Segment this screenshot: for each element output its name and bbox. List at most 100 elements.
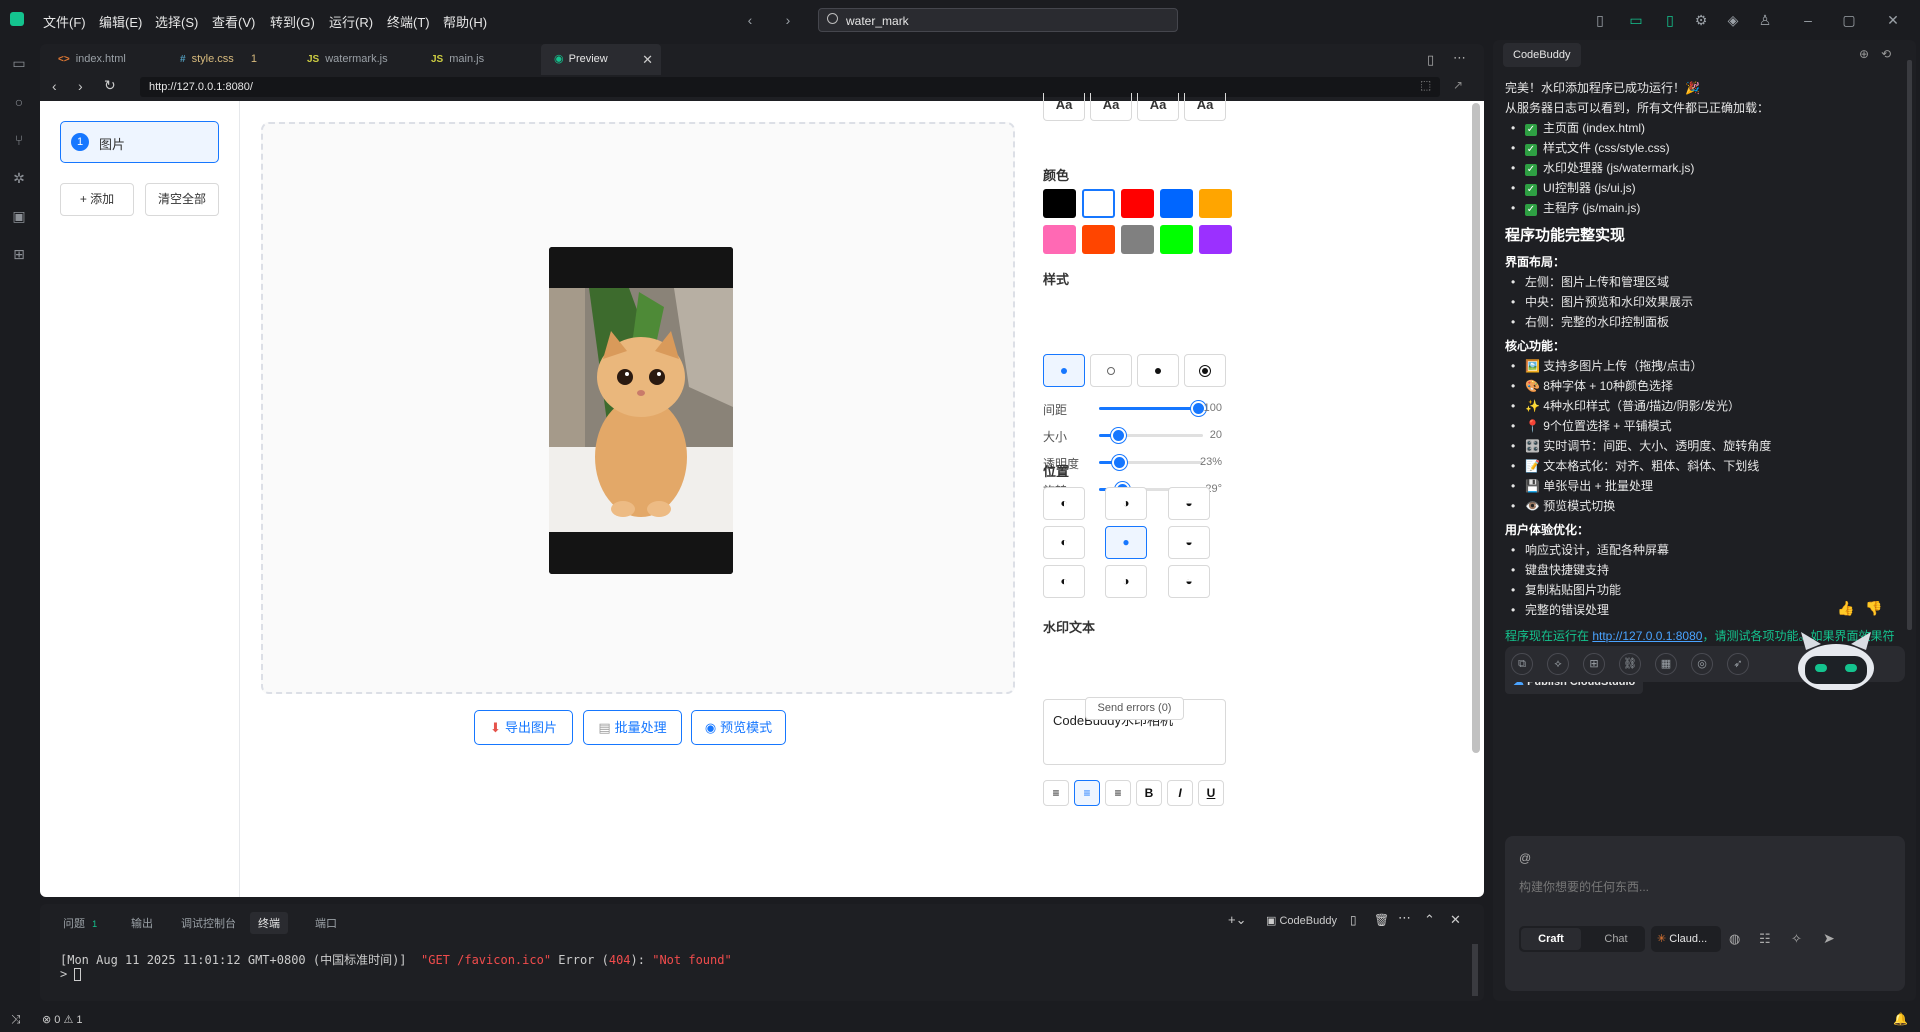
toggle-panel-icon[interactable]: ▭: [1627, 11, 1645, 29]
chat-scrollbar[interactable]: [1907, 60, 1912, 630]
tool-7-icon[interactable]: ➶: [1727, 653, 1749, 675]
tab-output[interactable]: 输出: [131, 915, 153, 931]
preview-mode-button[interactable]: ◉ 预览模式: [691, 710, 786, 745]
command-search-input[interactable]: water_mark: [818, 8, 1178, 32]
problems-status[interactable]: ⊗ 0 ⚠ 1: [42, 1013, 83, 1026]
open-external-icon[interactable]: ↗: [1453, 78, 1463, 92]
chat-mode-button[interactable]: Chat: [1591, 928, 1641, 950]
terminal-scrollbar[interactable]: [1472, 944, 1478, 996]
toggle-secondary-sidebar-icon[interactable]: ▯: [1661, 11, 1679, 29]
position-top-left[interactable]: ◐: [1043, 487, 1085, 520]
account-icon[interactable]: ♙: [1756, 11, 1774, 29]
url-input[interactable]: http://127.0.0.1:8080/: [140, 77, 1440, 97]
style-outline-button[interactable]: [1090, 354, 1132, 387]
color-swatch[interactable]: [1160, 225, 1193, 254]
split-terminal-icon[interactable]: ▯: [1350, 913, 1357, 927]
style-glow-button[interactable]: [1184, 354, 1226, 387]
trash-icon[interactable]: 🗑: [1374, 913, 1389, 927]
extensions-icon[interactable]: ⊞: [9, 244, 29, 264]
forward-arrow-icon[interactable]: ›: [779, 11, 797, 29]
close-tab-icon[interactable]: ✕: [642, 44, 653, 75]
remote-explorer-icon[interactable]: ▣: [9, 206, 29, 226]
more-actions-icon[interactable]: ⋯: [1398, 910, 1411, 926]
browser-back-icon[interactable]: ‹: [52, 78, 57, 94]
style-shadow-button[interactable]: [1137, 354, 1179, 387]
position-top-right[interactable]: ◒: [1168, 487, 1210, 520]
menu-file[interactable]: 文件(F): [43, 12, 86, 31]
image-list-item[interactable]: 1 图片: [60, 121, 219, 163]
close-window-icon[interactable]: ✕: [1884, 11, 1902, 29]
tab-preview[interactable]: ◉ Preview ✕: [541, 44, 661, 75]
search-activity-icon[interactable]: ○: [9, 92, 29, 112]
slider-track[interactable]: [1099, 401, 1206, 416]
more-actions-icon[interactable]: ⋯: [1453, 50, 1466, 66]
tab-debug-console[interactable]: 调试控制台: [181, 915, 236, 931]
position-bottom-left[interactable]: ◐: [1043, 565, 1085, 598]
menu-terminal[interactable]: 终端(T): [387, 12, 430, 31]
align-left-button[interactable]: ≡: [1043, 780, 1069, 806]
color-swatch[interactable]: [1160, 189, 1193, 218]
toggle-sidebar-icon[interactable]: ▯: [1591, 11, 1609, 29]
tab-index-html[interactable]: <> index.html: [58, 44, 168, 75]
position-bottom-right[interactable]: ◒: [1168, 565, 1210, 598]
chat-tab-title[interactable]: CodeBuddy: [1503, 43, 1581, 67]
font-option-1[interactable]: Aa: [1043, 93, 1085, 121]
menu-go[interactable]: 转到(G): [270, 12, 315, 31]
position-center[interactable]: ●: [1105, 526, 1147, 559]
page-scrollbar[interactable]: [1472, 103, 1480, 753]
color-swatch[interactable]: [1121, 225, 1154, 254]
slider-thumb[interactable]: [1111, 455, 1127, 470]
thumbs-up-icon[interactable]: 👍: [1837, 600, 1854, 617]
shield-icon[interactable]: ◈: [1724, 11, 1742, 29]
terminal-prompt[interactable]: >: [60, 967, 82, 981]
maximize-icon[interactable]: ▢: [1840, 11, 1858, 29]
new-chat-icon[interactable]: ⊕: [1859, 47, 1869, 61]
reload-icon[interactable]: ↻: [104, 77, 116, 94]
tool-1-icon[interactable]: ⧉: [1511, 653, 1533, 675]
minimize-icon[interactable]: –: [1799, 11, 1817, 29]
menu-selection[interactable]: 选择(S): [155, 12, 198, 31]
align-right-button[interactable]: ≡: [1105, 780, 1131, 806]
style-normal-button[interactable]: [1043, 354, 1085, 387]
color-swatch[interactable]: [1043, 189, 1076, 218]
color-swatch[interactable]: [1199, 189, 1232, 218]
position-middle-left[interactable]: ◐: [1043, 526, 1085, 559]
color-swatch[interactable]: [1199, 225, 1232, 254]
palette-icon[interactable]: ◍: [1729, 931, 1740, 947]
inspect-icon[interactable]: ⬚: [1420, 78, 1431, 92]
tab-terminal[interactable]: 终端: [250, 912, 288, 934]
split-editor-icon[interactable]: ▯: [1427, 52, 1434, 68]
terminal-instance[interactable]: ▣ CodeBuddy: [1266, 914, 1337, 927]
tool-2-icon[interactable]: ⟡: [1547, 653, 1569, 675]
color-swatch[interactable]: [1121, 189, 1154, 218]
menu-view[interactable]: 查看(V): [212, 12, 255, 31]
menu-edit[interactable]: 编辑(E): [99, 12, 142, 31]
color-swatch[interactable]: [1082, 225, 1115, 254]
font-option-4[interactable]: Aa: [1184, 93, 1226, 121]
italic-button[interactable]: I: [1167, 780, 1193, 806]
tab-ports[interactable]: 端口: [315, 915, 337, 931]
position-middle-right[interactable]: ◒: [1168, 526, 1210, 559]
remote-icon[interactable]: ⤨: [11, 1012, 21, 1027]
source-control-icon[interactable]: ⑂: [9, 130, 29, 150]
new-terminal-icon[interactable]: +⌄: [1228, 912, 1246, 928]
rules-icon[interactable]: ☷: [1759, 931, 1771, 947]
chat-input-box[interactable]: @ 构建你想要的任何东西... Craft Chat ✳ Claud... ◍ …: [1505, 836, 1905, 991]
browser-forward-icon[interactable]: ›: [78, 78, 83, 94]
slider-track[interactable]: [1099, 428, 1203, 443]
position-bottom-center[interactable]: ◑: [1105, 565, 1147, 598]
mention-at-icon[interactable]: @: [1519, 851, 1531, 865]
color-swatch[interactable]: [1082, 189, 1115, 218]
export-image-button[interactable]: ⬇ 导出图片: [474, 710, 573, 745]
thumbs-down-icon[interactable]: 👎: [1865, 600, 1882, 617]
position-top-center[interactable]: ◑: [1105, 487, 1147, 520]
align-center-button[interactable]: ≡: [1074, 780, 1100, 806]
maximize-panel-icon[interactable]: ⌃: [1424, 912, 1435, 928]
tab-style-css[interactable]: # style.css 1: [180, 44, 290, 75]
tool-5-icon[interactable]: ▦: [1655, 653, 1677, 675]
settings-gear-icon[interactable]: ⚙: [1692, 11, 1710, 29]
history-icon[interactable]: ⟲: [1881, 47, 1891, 61]
enhance-sparkle-icon[interactable]: ✧: [1791, 931, 1802, 947]
color-swatch[interactable]: [1043, 225, 1076, 254]
notifications-bell-icon[interactable]: 🔔: [1893, 1012, 1908, 1026]
